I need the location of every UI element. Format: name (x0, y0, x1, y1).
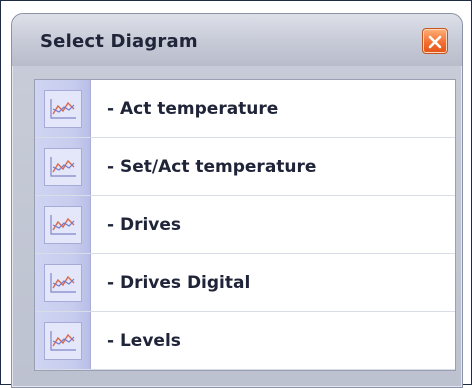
icon-cell (35, 138, 91, 195)
diagram-item-act-temperature[interactable]: - Act temperature (35, 80, 455, 138)
icon-cell (35, 312, 91, 369)
dialog-title: Select Diagram (40, 31, 198, 52)
line-chart-icon (43, 147, 82, 186)
diagram-item-set-act-temperature[interactable]: - Set/Act temperature (35, 138, 455, 196)
line-chart-icon (43, 89, 82, 128)
diagram-item-drives-digital[interactable]: - Drives Digital (35, 254, 455, 312)
title-bar: Select Diagram (12, 14, 462, 66)
icon-cell (35, 196, 91, 253)
diagram-list: - Act temperature - Set/Act temperature (34, 79, 456, 371)
close-x-icon (428, 34, 442, 49)
line-chart-icon (43, 205, 82, 244)
icon-cell (35, 80, 91, 137)
diagram-item-drives[interactable]: - Drives (35, 196, 455, 254)
diagram-item-label: - Set/Act temperature (107, 156, 317, 177)
diagram-item-label: - Levels (107, 330, 181, 351)
diagram-item-levels[interactable]: - Levels (35, 312, 455, 370)
icon-cell (35, 254, 91, 311)
diagram-item-label: - Act temperature (107, 98, 279, 119)
select-diagram-dialog: Select Diagram - Act temperature - Set/A… (11, 13, 463, 388)
line-chart-icon (43, 263, 82, 302)
diagram-item-label: - Drives (107, 214, 182, 235)
diagram-item-label: - Drives Digital (107, 272, 251, 293)
line-chart-icon (43, 321, 82, 360)
close-button[interactable] (422, 28, 448, 54)
window-frame: Select Diagram - Act temperature - Set/A… (0, 0, 472, 388)
